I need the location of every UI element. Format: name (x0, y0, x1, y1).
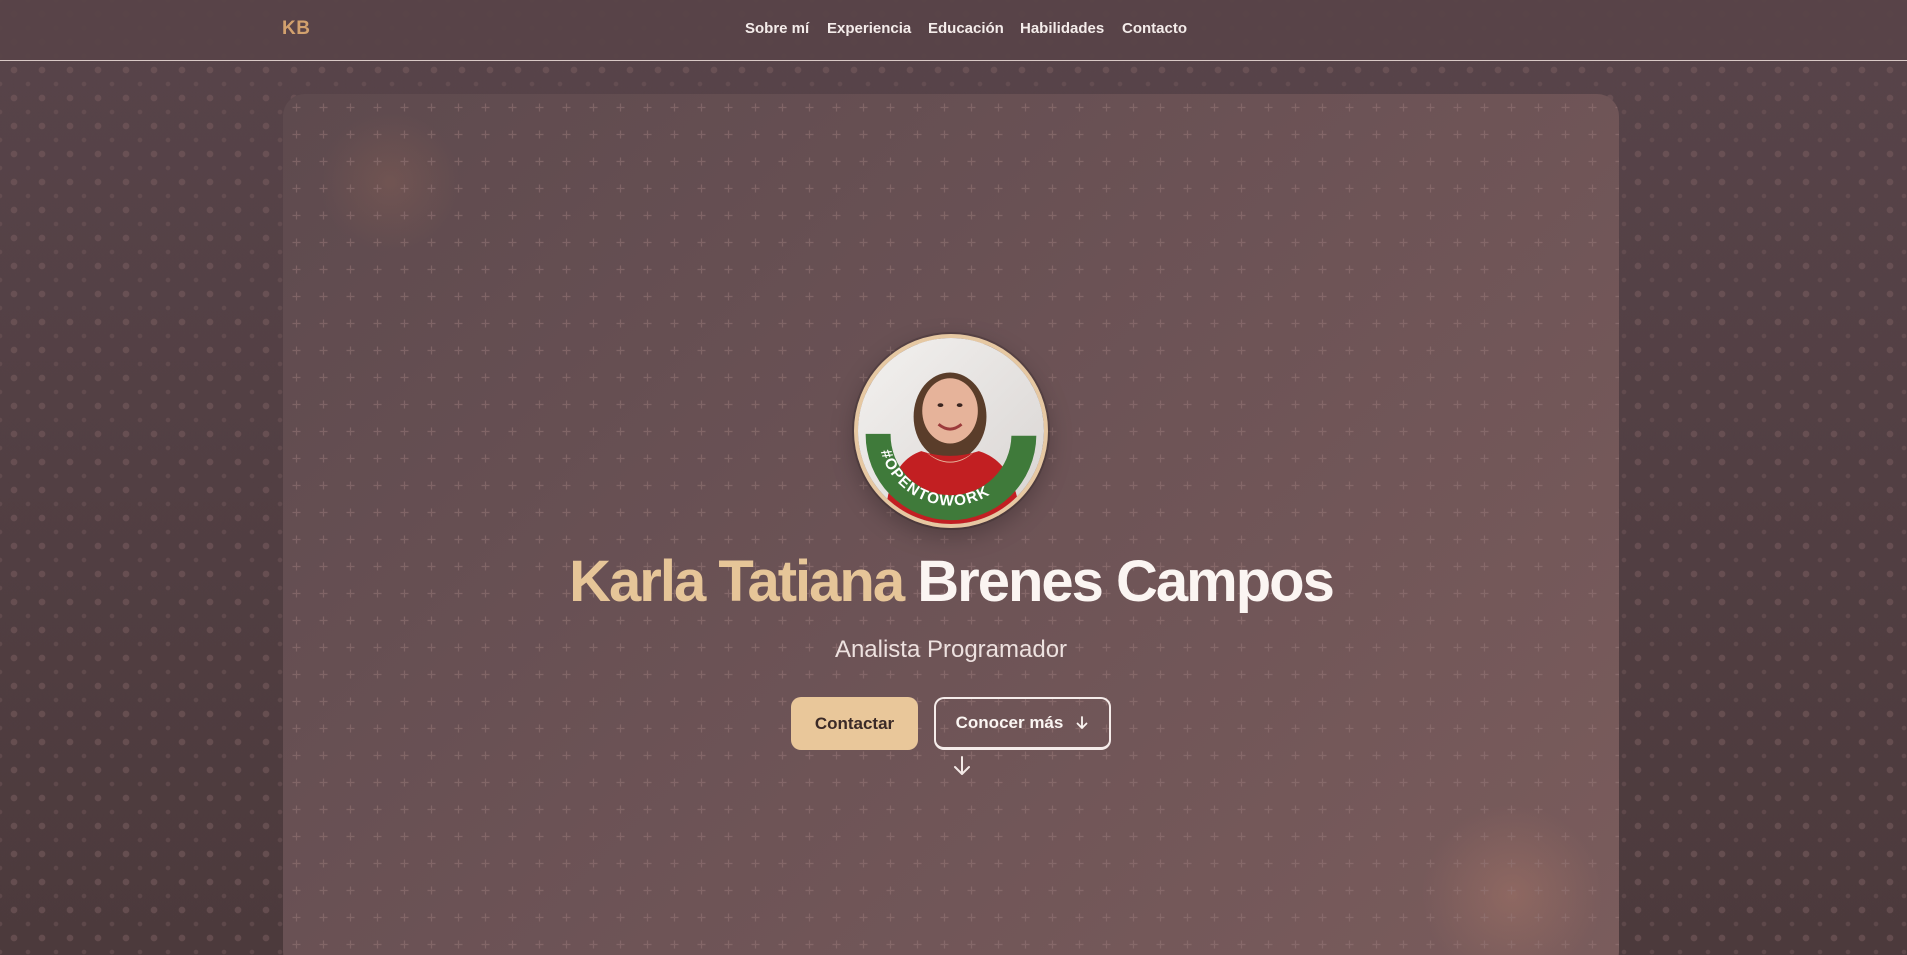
nav-experiencia[interactable]: Experiencia (827, 20, 911, 37)
arrow-down-icon (1076, 716, 1088, 729)
name-first: Karla Tatiana (569, 549, 905, 614)
scroll-down-icon[interactable] (952, 755, 972, 777)
hero-card: #OPENTOWORK Karla Tatiana Brenes Campos … (283, 94, 1619, 955)
profile-photo: #OPENTOWORK (854, 334, 1048, 528)
main-nav: Sobre mí Experiencia Educación Habilidad… (0, 0, 1907, 60)
contact-button[interactable]: Contactar (791, 697, 918, 750)
nav-habilidades[interactable]: Habilidades (1020, 20, 1104, 37)
nav-sobre-mi[interactable]: Sobre mí (745, 20, 809, 37)
nav-educacion[interactable]: Educación (928, 20, 1004, 37)
name-last: Brenes Campos (917, 549, 1335, 614)
nav-contacto[interactable]: Contacto (1122, 20, 1187, 37)
learn-more-button[interactable]: Conocer más (934, 697, 1111, 750)
top-navbar: KB Sobre mí Experiencia Educación Habili… (0, 0, 1907, 61)
job-title: Analista Programador (834, 636, 1068, 663)
person-name: Karla Tatiana Brenes Campos (283, 548, 1619, 615)
learn-more-label: Conocer más (955, 713, 1064, 732)
